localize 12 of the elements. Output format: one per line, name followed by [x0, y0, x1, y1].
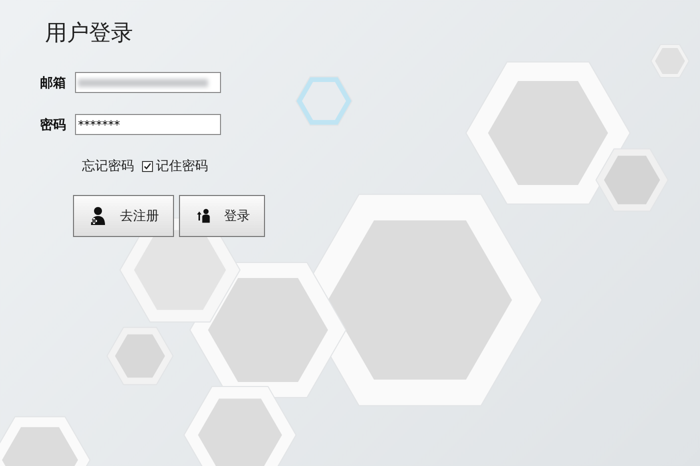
register-button[interactable]: 去注册: [73, 195, 174, 237]
email-field[interactable]: [75, 72, 221, 93]
user-arrow-icon: [194, 206, 212, 226]
page-title: 用户登录: [45, 20, 134, 48]
field-label: 密码: [40, 116, 67, 134]
field-label: 邮箱: [40, 74, 67, 92]
remember-label: 记住密码: [156, 158, 208, 175]
password-field[interactable]: *******: [75, 114, 221, 135]
login-button[interactable]: 登录: [179, 195, 265, 237]
forgot-password-link[interactable]: 忘记密码: [82, 157, 134, 175]
remember-checkbox[interactable]: [142, 160, 153, 172]
user-add-icon: [88, 206, 108, 226]
